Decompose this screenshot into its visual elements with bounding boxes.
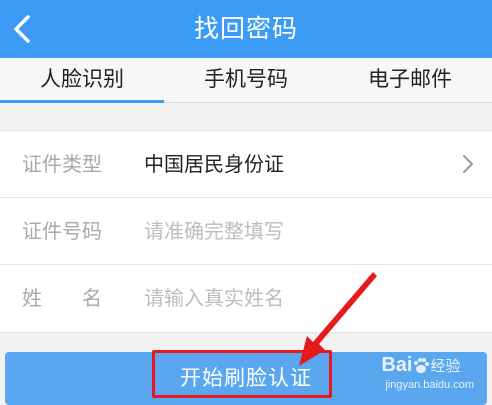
- id-type-value: 中国居民身份证: [144, 152, 284, 176]
- tab-bar: 人脸识别 手机号码 电子邮件: [0, 58, 492, 103]
- watermark-url: jingyan.baidu.com: [385, 379, 474, 391]
- recovery-form: 证件类型 中国居民身份证 证件号码 请准确完整填写 姓 名 请输入真实姓名: [0, 130, 492, 333]
- name-field[interactable]: 姓 名 请输入真实姓名: [0, 265, 492, 331]
- watermark-brand: Bai: [381, 354, 413, 376]
- id-type-selector[interactable]: 证件类型 中国居民身份证: [0, 131, 492, 197]
- name-label: 姓 名: [22, 286, 102, 310]
- app-header: 找回密码: [0, 0, 492, 58]
- baidu-jingyan-watermark: Bai 经验 jingyan.baidu.com: [381, 354, 474, 392]
- annotation-arrow-icon: [299, 272, 377, 366]
- paw-icon: [414, 357, 430, 373]
- chevron-right-icon: [463, 155, 473, 173]
- active-tab-indicator: [0, 100, 164, 103]
- id-type-label: 证件类型: [22, 152, 102, 176]
- page-title: 找回密码: [193, 14, 298, 43]
- tab-phone-number[interactable]: 手机号码: [164, 58, 328, 102]
- tab-email[interactable]: 电子邮件: [328, 58, 492, 102]
- tab-face-recognition[interactable]: 人脸识别: [0, 58, 164, 102]
- name-input[interactable]: 请输入真实姓名: [144, 265, 284, 331]
- id-number-label: 证件号码: [22, 219, 102, 243]
- watermark-brand-suffix: 经验: [430, 358, 461, 375]
- id-number-field[interactable]: 证件号码 请准确完整填写: [0, 198, 492, 264]
- id-number-input[interactable]: 请准确完整填写: [144, 198, 284, 264]
